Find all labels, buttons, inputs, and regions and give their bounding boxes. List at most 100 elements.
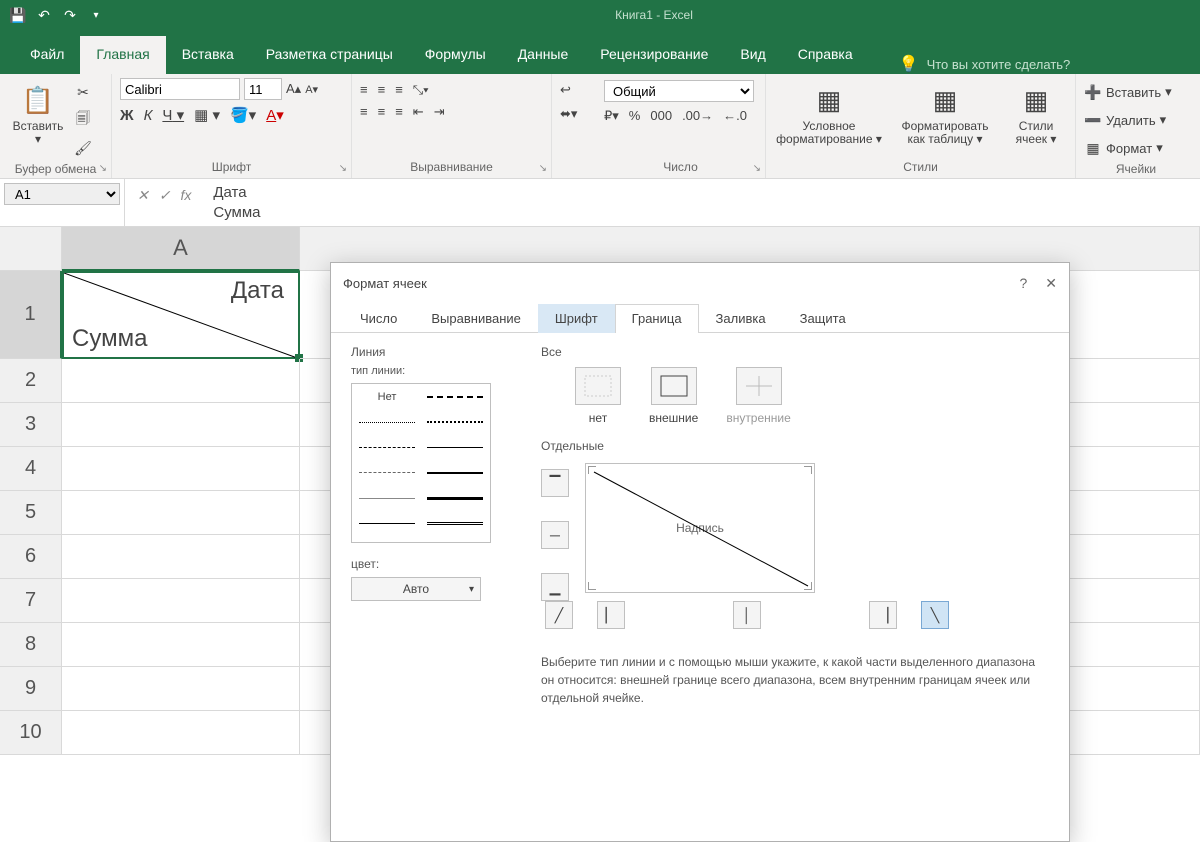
tab-help[interactable]: Справка	[782, 36, 869, 74]
dialog-launcher-align[interactable]: ↘	[539, 163, 547, 174]
align-top-icon[interactable]: ≡	[360, 82, 368, 98]
cut-button[interactable]: ✂	[74, 80, 92, 104]
formula-input[interactable]: Дата Сумма	[203, 179, 1200, 226]
cell-styles-button[interactable]: ▦ Стили ячеек ▾	[1006, 78, 1066, 150]
cell[interactable]	[62, 535, 300, 579]
row-header[interactable]: 3	[0, 403, 62, 447]
merge-icon[interactable]: ⬌▾	[560, 106, 577, 122]
increase-font-icon[interactable]: A▴	[286, 81, 301, 97]
cell[interactable]	[62, 359, 300, 403]
cell[interactable]	[62, 491, 300, 535]
dtab-fill[interactable]: Заливка	[699, 304, 783, 333]
redo-icon[interactable]: ↷	[58, 3, 82, 27]
dtab-align[interactable]: Выравнивание	[414, 304, 537, 333]
border-horizontal-button[interactable]: ─	[541, 521, 569, 549]
font-name-select[interactable]	[120, 78, 240, 100]
format-painter-button[interactable]: 🖌	[74, 136, 92, 160]
underline-button[interactable]: Ч ▾	[162, 106, 184, 124]
row-header[interactable]: 5	[0, 491, 62, 535]
decrease-font-icon[interactable]: A▾	[305, 83, 318, 96]
italic-button[interactable]: К	[144, 107, 153, 124]
line-style[interactable]	[424, 515, 486, 533]
tell-me[interactable]: 💡 Что вы хотите сделать?	[899, 54, 1071, 74]
delete-cells-button[interactable]: ➖Удалить ▾	[1084, 108, 1188, 132]
preset-outside-button[interactable]	[651, 367, 697, 405]
border-diag-down-button[interactable]: ╲	[921, 601, 949, 629]
comma-icon[interactable]: 000	[650, 108, 672, 124]
increase-decimal-icon[interactable]: .00→	[682, 108, 713, 124]
dtab-number[interactable]: Число	[343, 304, 414, 333]
tab-home[interactable]: Главная	[80, 36, 165, 74]
tab-review[interactable]: Рецензирование	[584, 36, 724, 74]
decrease-decimal-icon[interactable]: ←.0	[723, 108, 747, 124]
line-style[interactable]	[424, 464, 486, 482]
dtab-protect[interactable]: Защита	[783, 304, 863, 333]
column-header-A[interactable]: A	[62, 227, 300, 271]
cell[interactable]	[62, 623, 300, 667]
cell-reference-select[interactable]: A1	[4, 183, 120, 205]
align-center-icon[interactable]: ≡	[378, 104, 386, 120]
cell[interactable]	[62, 403, 300, 447]
line-style[interactable]	[356, 439, 418, 457]
qat-customize-icon[interactable]: ▾	[84, 3, 108, 27]
number-format-select[interactable]: Общий	[604, 80, 754, 102]
dtab-font[interactable]: Шрифт	[538, 304, 615, 333]
fx-icon[interactable]: fx	[180, 187, 191, 203]
tab-formulas[interactable]: Формулы	[409, 36, 502, 74]
row-header[interactable]: 6	[0, 535, 62, 579]
tab-file[interactable]: Файл	[14, 36, 80, 74]
align-left-icon[interactable]: ≡	[360, 104, 368, 120]
align-bottom-icon[interactable]: ≡	[395, 82, 403, 98]
tab-insert[interactable]: Вставка	[166, 36, 250, 74]
cell[interactable]	[62, 579, 300, 623]
format-cells-button[interactable]: ▦Формат ▾	[1084, 136, 1188, 160]
line-style[interactable]	[424, 388, 486, 406]
border-preview[interactable]: Надпись	[585, 463, 815, 593]
dtab-border[interactable]: Граница	[615, 304, 699, 333]
conditional-formatting-button[interactable]: ▦ Условное форматирование ▾	[774, 78, 884, 150]
tab-data[interactable]: Данные	[502, 36, 585, 74]
select-all-corner[interactable]	[0, 227, 62, 271]
preset-inside-button[interactable]	[736, 367, 782, 405]
dialog-launcher-number[interactable]: ↘	[753, 163, 761, 174]
align-right-icon[interactable]: ≡	[395, 104, 403, 120]
cell[interactable]	[62, 447, 300, 491]
font-size-select[interactable]	[244, 78, 282, 100]
wrap-text-icon[interactable]: ↩	[560, 82, 571, 98]
row-header[interactable]: 10	[0, 711, 62, 755]
align-middle-icon[interactable]: ≡	[378, 82, 386, 98]
cell[interactable]	[62, 667, 300, 711]
line-style-list[interactable]: Нет	[351, 383, 491, 543]
border-bottom-button[interactable]: ▁	[541, 573, 569, 601]
indent-increase-icon[interactable]: ⇥	[434, 104, 445, 120]
row-header[interactable]: 9	[0, 667, 62, 711]
dialog-launcher-font[interactable]: ↘	[339, 163, 347, 174]
row-header[interactable]: 4	[0, 447, 62, 491]
undo-icon[interactable]: ↶	[32, 3, 56, 27]
format-as-table-button[interactable]: ▦ Форматировать как таблицу ▾	[890, 78, 1000, 150]
border-top-button[interactable]: ▔	[541, 469, 569, 497]
line-style[interactable]	[424, 439, 486, 457]
cell-A1[interactable]: Дата Сумма	[62, 271, 300, 359]
dialog-launcher-clipboard[interactable]: ↘	[99, 163, 107, 174]
save-icon[interactable]: 💾	[6, 3, 30, 27]
help-icon[interactable]: ?	[1019, 275, 1027, 292]
font-color-button[interactable]: A▾	[266, 106, 284, 124]
copy-button[interactable]: 🗐	[74, 108, 92, 132]
enter-icon[interactable]: ✓	[159, 187, 171, 204]
close-icon[interactable]: ✕	[1045, 275, 1057, 292]
currency-icon[interactable]: ₽▾	[604, 108, 619, 124]
line-style[interactable]	[424, 413, 486, 431]
row-header[interactable]: 7	[0, 579, 62, 623]
preset-none-button[interactable]	[575, 367, 621, 405]
line-style[interactable]	[356, 464, 418, 482]
cancel-icon[interactable]: ✕	[137, 187, 149, 204]
color-dropdown[interactable]: Авто	[351, 577, 481, 601]
row-header[interactable]: 2	[0, 359, 62, 403]
indent-decrease-icon[interactable]: ⇤	[413, 104, 424, 120]
orientation-icon[interactable]: ⤡▾	[413, 82, 429, 98]
line-style-none[interactable]: Нет	[356, 388, 418, 406]
fill-color-button[interactable]: 🪣▾	[230, 106, 256, 124]
paste-button[interactable]: 📋 Вставить ▾	[8, 78, 68, 150]
border-diag-up-button[interactable]: ╱	[545, 601, 573, 629]
